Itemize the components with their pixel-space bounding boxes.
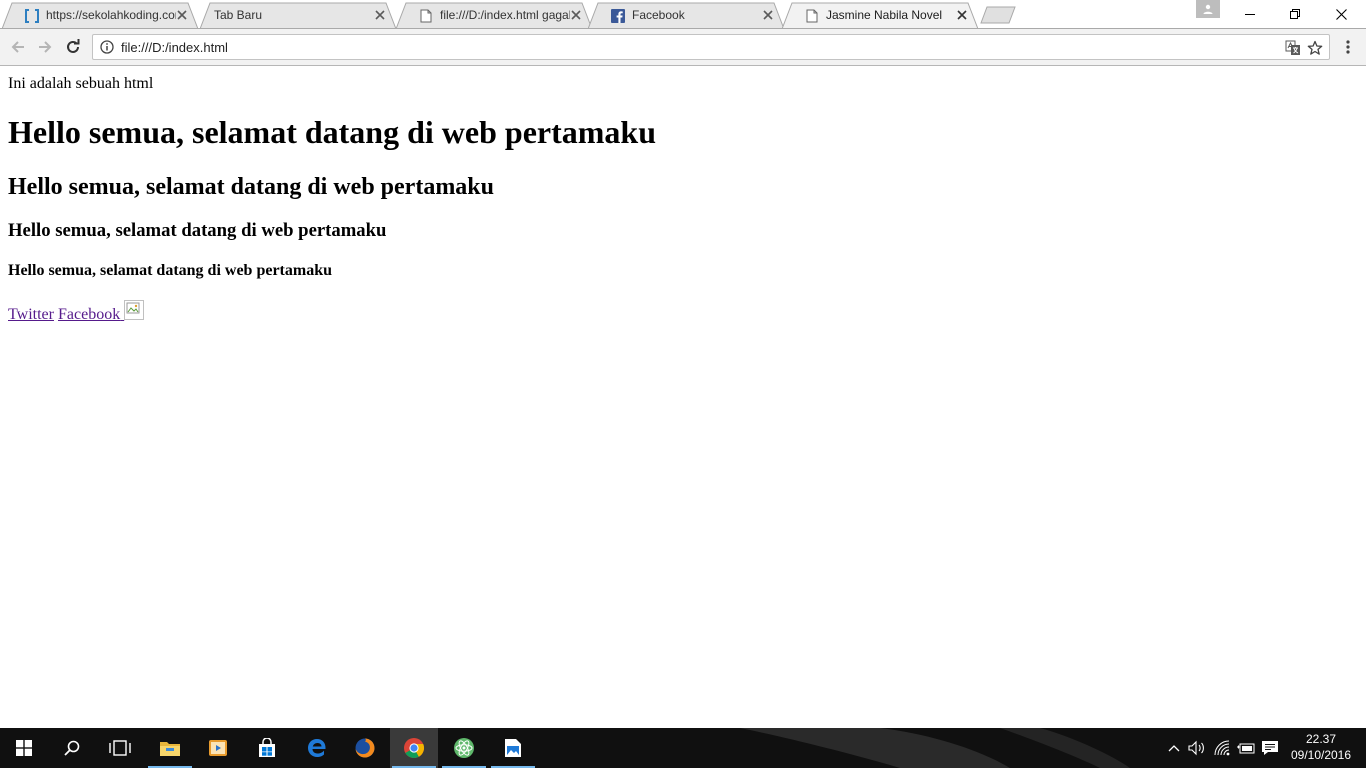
browser-toolbar: file:///D:/index.html bbox=[0, 29, 1366, 66]
tab-close-icon[interactable] bbox=[374, 9, 386, 21]
document-icon bbox=[804, 8, 820, 24]
close-icon bbox=[1335, 8, 1347, 20]
edge-logo-icon bbox=[308, 739, 326, 757]
network-button[interactable] bbox=[1212, 738, 1232, 758]
tab-title: https://sekolahkoding.com bbox=[46, 8, 176, 22]
restore-icon bbox=[1290, 9, 1300, 19]
tab-close-icon[interactable] bbox=[762, 9, 774, 21]
address-bar[interactable]: file:///D:/index.html bbox=[92, 34, 1330, 60]
bracket-favicon-icon bbox=[24, 8, 40, 24]
tab-close-icon[interactable] bbox=[570, 9, 582, 21]
facebook-link-text: Facebook bbox=[57, 306, 121, 323]
edge-button[interactable] bbox=[293, 728, 341, 768]
document-icon bbox=[418, 8, 434, 24]
tab-title: Tab Baru bbox=[214, 8, 263, 22]
close-window-button[interactable] bbox=[1318, 0, 1364, 28]
info-icon[interactable] bbox=[100, 40, 114, 54]
links-paragraph: Twitter Facebook bbox=[8, 300, 145, 325]
windows-taskbar: 22.37 09/10/2016 bbox=[0, 728, 1366, 768]
heading-3: Hello semua, selamat datang di web perta… bbox=[8, 220, 387, 241]
url-text[interactable]: file:///D:/index.html bbox=[121, 40, 1261, 55]
tab-title: file:///D:/index.html gagal bbox=[440, 8, 570, 22]
translate-button[interactable] bbox=[1284, 39, 1302, 57]
image-file-icon bbox=[505, 739, 521, 757]
star-icon bbox=[1307, 40, 1323, 55]
chrome-menu-button[interactable] bbox=[1340, 37, 1356, 57]
battery-icon bbox=[1237, 743, 1255, 754]
tab-tab-baru[interactable]: Tab Baru bbox=[200, 2, 396, 29]
profile-button[interactable] bbox=[1196, 0, 1220, 18]
store-button[interactable] bbox=[243, 728, 291, 768]
more-vertical-icon bbox=[1346, 40, 1350, 54]
store-bag-icon bbox=[259, 738, 275, 757]
back-arrow-icon bbox=[11, 41, 24, 53]
twitter-link[interactable]: Twitter bbox=[8, 306, 54, 323]
photos-button[interactable] bbox=[489, 728, 537, 768]
intro-paragraph: Ini adalah sebuah html bbox=[8, 75, 154, 92]
tab-facebook[interactable]: Facebook bbox=[588, 2, 784, 29]
clock-date: 09/10/2016 bbox=[1290, 748, 1352, 762]
forward-arrow-icon bbox=[39, 41, 52, 53]
clock-time: 22.37 bbox=[1305, 732, 1337, 746]
start-button[interactable] bbox=[0, 728, 48, 768]
reload-icon bbox=[67, 39, 80, 53]
wifi-icon bbox=[1214, 740, 1230, 756]
atom-logo-icon bbox=[454, 738, 474, 758]
tab-file-index-gagal[interactable]: file:///D:/index.html gagal bbox=[396, 2, 592, 29]
translate-icon bbox=[1285, 40, 1300, 55]
task-view-button[interactable] bbox=[96, 728, 144, 768]
heading-1: Hello semua, selamat datang di web perta… bbox=[8, 114, 656, 150]
video-icon bbox=[209, 740, 227, 756]
facebook-favicon-icon bbox=[610, 8, 626, 24]
show-hidden-icons-button[interactable] bbox=[1164, 738, 1184, 758]
chrome-logo-icon bbox=[404, 738, 425, 759]
tab-title: Facebook bbox=[632, 8, 685, 22]
file-explorer-button[interactable] bbox=[146, 728, 194, 768]
heading-2: Hello semua, selamat datang di web perta… bbox=[8, 174, 494, 200]
notification-icon bbox=[1262, 741, 1278, 755]
minimize-button[interactable] bbox=[1227, 0, 1273, 28]
broken-image-icon bbox=[124, 300, 145, 320]
action-center-button[interactable] bbox=[1260, 738, 1280, 758]
forward-button[interactable] bbox=[35, 37, 55, 57]
windows-logo-icon bbox=[16, 740, 32, 756]
web-page-content: Ini adalah sebuah html Hello semua, sela… bbox=[0, 67, 1366, 728]
taskbar-clock[interactable]: 22.37 09/10/2016 bbox=[1284, 731, 1358, 763]
search-button[interactable] bbox=[48, 728, 96, 768]
new-tab-button[interactable] bbox=[980, 6, 1016, 24]
atom-app-button[interactable] bbox=[440, 728, 488, 768]
person-icon bbox=[1203, 4, 1213, 14]
tab-close-icon[interactable] bbox=[176, 9, 188, 21]
firefox-button[interactable] bbox=[341, 728, 389, 768]
tab-title: Jasmine Nabila Novel bbox=[826, 8, 943, 22]
tab-sekolahkoding[interactable]: https://sekolahkoding.com bbox=[2, 2, 198, 29]
restore-button[interactable] bbox=[1272, 0, 1318, 28]
task-view-icon bbox=[109, 740, 131, 756]
bookmark-star-button[interactable] bbox=[1306, 39, 1324, 57]
battery-button[interactable] bbox=[1236, 738, 1256, 758]
back-button[interactable] bbox=[8, 37, 28, 57]
folder-icon bbox=[160, 742, 180, 756]
media-player-button[interactable] bbox=[194, 728, 242, 768]
minimize-icon bbox=[1245, 14, 1255, 15]
speaker-icon bbox=[1188, 740, 1204, 756]
firefox-logo-icon bbox=[355, 738, 375, 758]
chevron-up-icon bbox=[1168, 745, 1180, 752]
tab-close-icon[interactable] bbox=[956, 9, 968, 21]
tab-jasmine-nabila-novel[interactable]: Jasmine Nabila Novel bbox=[782, 2, 978, 29]
reload-button[interactable] bbox=[63, 37, 83, 57]
search-icon bbox=[64, 740, 80, 756]
tab-strip: https://sekolahkoding.com Tab Baru file:… bbox=[0, 0, 1366, 29]
facebook-link[interactable]: Facebook bbox=[58, 306, 124, 323]
volume-button[interactable] bbox=[1187, 738, 1207, 758]
heading-4: Hello semua, selamat datang di web perta… bbox=[8, 262, 332, 279]
chrome-button[interactable] bbox=[390, 728, 438, 768]
